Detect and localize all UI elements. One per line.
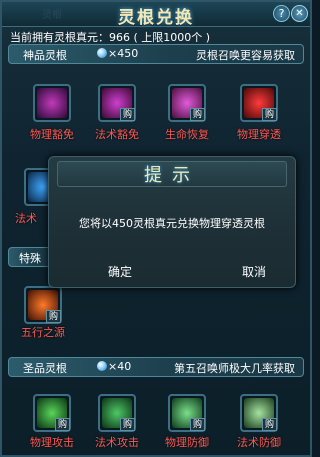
essence-holdings: 当前拥有灵根真元：966 ( 上限1000个 ) — [10, 31, 211, 44]
skill-slot-physical-defense[interactable]: 购 — [168, 394, 206, 432]
section-special-header: 特殊 — [8, 247, 52, 267]
window-title: 灵根兑换 — [118, 8, 194, 28]
buy-tag[interactable]: 购 — [262, 108, 277, 121]
section-divine-header: 神品灵根 ×450 灵根召唤更容易获取 — [8, 44, 304, 64]
close-button[interactable]: ✕ — [291, 5, 308, 22]
skill-label-physical-pierce: 物理穿透 — [237, 128, 281, 141]
cancel-button[interactable]: 取消 — [223, 263, 285, 281]
dialog-title: 提示 — [144, 165, 200, 186]
confirm-dialog: 提示 您将以450灵根真元兑换物理穿透灵根 确定 取消 — [48, 156, 296, 288]
skill-slot-physical-pierce[interactable]: 购 — [240, 84, 278, 122]
skill-slot-magic-attack[interactable]: 购 — [98, 394, 136, 432]
buy-tag[interactable]: 购 — [190, 418, 205, 431]
skill-label-physical-attack: 物理攻击 — [30, 436, 74, 449]
skill-slot-life-recovery[interactable]: 购 — [168, 84, 206, 122]
skill-label-life-recovery: 生命恢复 — [165, 128, 209, 141]
skill-label-five-elements: 五行之源 — [21, 326, 65, 339]
help-button[interactable]: ? — [273, 5, 290, 22]
section-divine-name: 神品灵根 — [23, 49, 67, 62]
skill-slot-physical-immunity[interactable] — [33, 84, 71, 122]
exchange-window: 灵根 灵根兑换 ? ✕ 当前拥有灵根真元：966 ( 上限1000个 ) 神品灵… — [0, 0, 312, 457]
buy-tag[interactable]: 购 — [55, 418, 70, 431]
buy-tag[interactable]: 购 — [190, 108, 205, 121]
confirm-button[interactable]: 确定 — [89, 263, 151, 281]
section-sacred-cost: ×40 — [97, 360, 131, 373]
skill-label-magic-defense: 法术防御 — [237, 436, 281, 449]
section-special-name: 特殊 — [19, 252, 41, 265]
physical-immunity-icon — [37, 88, 67, 118]
section-sacred-tip: 第五召唤师极大几率获取 — [174, 362, 295, 375]
essence-icon — [97, 48, 107, 58]
section-sacred-header: 圣品灵根 ×40 第五召唤师极大几率获取 — [8, 357, 304, 377]
skill-label-physical-immunity: 物理豁免 — [30, 128, 74, 141]
skill-slot-magic-defense[interactable]: 购 — [240, 394, 278, 432]
skill-label-magic-partial: 法术 — [15, 212, 37, 225]
buy-tag[interactable]: 购 — [120, 108, 135, 121]
skill-label-physical-defense: 物理防御 — [165, 436, 209, 449]
essence-icon — [97, 361, 107, 371]
buy-tag[interactable]: 购 — [262, 418, 277, 431]
skill-slot-five-elements[interactable]: 购 — [24, 286, 62, 324]
title-bar: 灵根 灵根兑换 ? ✕ — [2, 2, 310, 28]
buy-tag[interactable]: 购 — [46, 310, 61, 323]
skill-slot-magic-immunity[interactable]: 购 — [98, 84, 136, 122]
skill-label-magic-immunity: 法术豁免 — [95, 128, 139, 141]
section-divine-cost: ×450 — [97, 47, 138, 60]
dialog-message: 您将以450灵根真元兑换物理穿透灵根 — [79, 217, 265, 230]
section-sacred-name: 圣品灵根 — [23, 362, 67, 375]
section-divine-tip: 灵根召唤更容易获取 — [196, 49, 295, 62]
skill-slot-physical-attack[interactable]: 购 — [33, 394, 71, 432]
buy-tag[interactable]: 购 — [120, 418, 135, 431]
skill-label-magic-attack: 法术攻击 — [95, 436, 139, 449]
